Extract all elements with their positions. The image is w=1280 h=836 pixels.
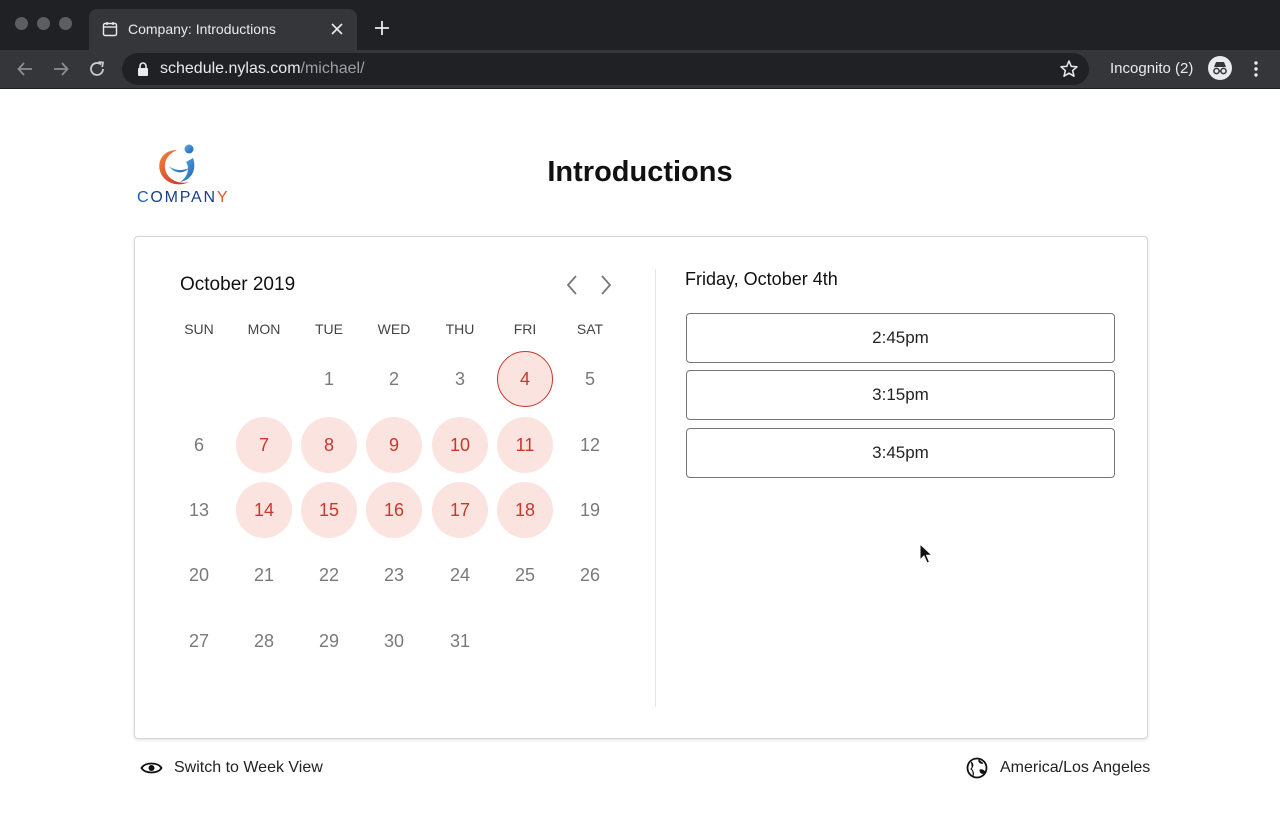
calendar-day-10[interactable]: 10 [432, 417, 488, 473]
calendar-day-20: 20 [188, 564, 210, 585]
eye-icon [140, 762, 163, 774]
logo-letter-c: C [137, 189, 151, 206]
panel-divider [655, 269, 656, 707]
calendar-day-25: 25 [514, 564, 536, 585]
timezone-label: America/Los Angeles [1000, 759, 1151, 776]
weekday-sat: SAT [576, 321, 604, 337]
menu-dots-icon[interactable] [1248, 57, 1264, 81]
reload-icon[interactable] [85, 57, 109, 81]
plus-icon[interactable] [372, 18, 392, 38]
timezone-selector[interactable]: America/Los Angeles [966, 757, 1150, 779]
page-title: Introductions [547, 156, 733, 188]
weekday-thu: THU [445, 321, 475, 337]
browser-toolbar: schedule.nylas.com/michael/ Incognito (2… [0, 50, 1280, 89]
calendar-day-29: 29 [318, 630, 340, 651]
calendar-day-21: 21 [253, 564, 275, 585]
calendar-day-6: 6 [193, 434, 204, 455]
browser-tab[interactable]: Company: Introductions [89, 9, 357, 50]
calendar-day-1: 1 [323, 368, 334, 389]
tab-title: Company: Introductions [128, 21, 276, 37]
weekday-sun: SUN [184, 321, 214, 337]
calendar-day-11[interactable]: 11 [497, 417, 553, 473]
chevron-right-icon[interactable] [597, 273, 615, 297]
incognito-label[interactable]: Incognito (2) [1110, 60, 1193, 77]
calendar-day-9[interactable]: 9 [366, 417, 422, 473]
calendar-day-27: 27 [188, 630, 210, 651]
back-arrow-icon[interactable] [13, 57, 37, 81]
calendar-day-5: 5 [584, 368, 595, 389]
switch-week-view-label: Switch to Week View [174, 759, 323, 776]
maximize-window-button[interactable] [59, 17, 72, 30]
address-bar[interactable]: schedule.nylas.com/michael/ [122, 53, 1089, 85]
url-text: schedule.nylas.com/michael/ [160, 60, 365, 78]
month-label: October 2019 [180, 274, 296, 295]
calendar-day-3: 3 [454, 368, 465, 389]
calendar-day-19: 19 [579, 499, 601, 520]
calendar-day-16[interactable]: 16 [366, 482, 422, 538]
calendar-day-2: 2 [388, 368, 399, 389]
calendar-day-24: 24 [449, 564, 471, 585]
calendar-day-23: 23 [383, 564, 405, 585]
forward-arrow-icon[interactable] [49, 57, 73, 81]
calendar-day-28: 28 [253, 630, 275, 651]
calendar-day-13: 13 [188, 499, 210, 520]
calendar-day-12: 12 [579, 434, 601, 455]
time-slot-button[interactable]: 3:15pm [686, 370, 1115, 420]
calendar-day-14[interactable]: 14 [236, 482, 292, 538]
url-host: schedule.nylas.com [160, 60, 301, 77]
weekday-tue: TUE [315, 321, 343, 337]
calendar-day-7[interactable]: 7 [236, 417, 292, 473]
calendar-day-30: 30 [383, 630, 405, 651]
incognito-icon[interactable] [1208, 56, 1232, 80]
lock-icon [138, 62, 148, 76]
calendar-day-26: 26 [579, 564, 601, 585]
logo-wordmark: COMPANY [137, 189, 229, 207]
selected-date-label: Friday, October 4th [685, 269, 838, 289]
calendar-tab-icon [102, 22, 118, 37]
calendar-day-15[interactable]: 15 [301, 482, 357, 538]
calendar-day-17[interactable]: 17 [432, 482, 488, 538]
minimize-window-button[interactable] [37, 17, 50, 30]
calendar-day-8[interactable]: 8 [301, 417, 357, 473]
time-slot-button[interactable]: 2:45pm [686, 313, 1115, 363]
calendar-day-22: 22 [318, 564, 340, 585]
star-icon[interactable] [1059, 59, 1079, 79]
switch-week-view-link[interactable]: Switch to Week View [140, 758, 323, 778]
weekday-mon: MON [247, 321, 281, 337]
scheduler-card: October 2019 SUN MON TUE WED THU FRI SAT 12345… [134, 236, 1148, 739]
close-window-button[interactable] [15, 17, 28, 30]
browser-tab-strip: Company: Introductions [0, 0, 1280, 50]
logo-letter-y: Y [216, 189, 230, 206]
weekday-wed: WED [377, 321, 411, 337]
calendar-day-4[interactable]: 4 [497, 351, 553, 407]
logo-letters-ompan: OMPAN [150, 189, 217, 206]
close-icon[interactable] [327, 19, 347, 39]
calendar-day-18[interactable]: 18 [497, 482, 553, 538]
calendar-day-31: 31 [449, 630, 471, 651]
chevron-left-icon[interactable] [563, 273, 581, 297]
time-slot-button[interactable]: 3:45pm [686, 428, 1115, 478]
weekday-fri: FRI [513, 321, 537, 337]
url-path: /michael/ [300, 60, 365, 77]
globe-icon [966, 757, 988, 779]
cursor-icon [919, 543, 933, 564]
